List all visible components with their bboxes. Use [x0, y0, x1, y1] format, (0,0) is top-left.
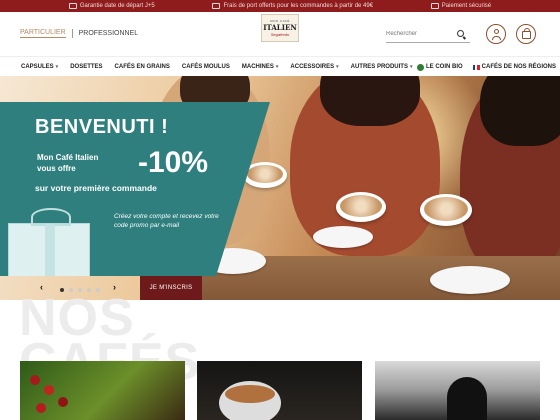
nav-item-cafes-en-grains[interactable]: CAFÉS EN GRAINS	[115, 64, 170, 70]
segment-particulier-link[interactable]: PARTICULIER	[20, 29, 66, 38]
promo-line1: Mon Café Italien	[37, 153, 99, 162]
coffee-cherry	[44, 385, 54, 395]
nav-label: CAFÉS DE NOS RÉGIONS	[481, 64, 556, 70]
chevron-down-icon: ▾	[55, 63, 59, 70]
nav-label: LE COIN BIO	[425, 64, 463, 70]
hero-banner[interactable]: BENVENUTI ! Mon Café Italien vous offre …	[0, 76, 560, 300]
product-card-coffee-cherries[interactable]	[20, 361, 185, 420]
saucer	[313, 226, 373, 248]
segment-professionnel-link[interactable]: PROFESSIONNEL	[79, 30, 139, 37]
nav-label: ACCESSOIRES	[290, 63, 335, 70]
nav-label: CAPSULES	[21, 63, 54, 70]
coffee-cherry	[30, 375, 40, 385]
gift-box-image	[8, 208, 90, 276]
site-header: PARTICULIER PROFESSIONNEL MON CAFÉ ITALI…	[0, 12, 560, 56]
promo-condition: sur votre première commande	[35, 183, 157, 193]
promo-cta-text: Créez votre compte et recevez votre code…	[114, 213, 219, 229]
nav-item-machines[interactable]: MACHINES ▾	[242, 64, 279, 70]
search-icon[interactable]	[457, 30, 464, 37]
nav-item-cafes-regions[interactable]: CAFÉS DE NOS RÉGIONS	[472, 64, 556, 70]
chevron-down-icon: ▾	[336, 63, 339, 70]
topbar-text: Paiement sécurisé	[441, 3, 492, 9]
promo-title: BENVENUTI !	[35, 116, 169, 138]
calendar-icon	[68, 3, 77, 9]
promo-discount: -10%	[138, 146, 209, 179]
nav-item-accessoires[interactable]: ACCESSOIRES ▾	[290, 64, 338, 70]
shopping-bag-icon	[521, 28, 531, 39]
product-card-coffee-machine[interactable]	[375, 361, 540, 420]
search-box	[386, 25, 470, 43]
espresso-crema	[225, 385, 275, 403]
french-flag-icon	[472, 64, 480, 70]
nav-label: CAFÉS EN GRAINS	[114, 63, 170, 70]
divider	[71, 29, 73, 38]
top-info-bar: Garantie date de départ J+5 Frais de por…	[0, 0, 560, 12]
cart-button[interactable]	[516, 24, 536, 44]
nav-item-cafes-moulus[interactable]: CAFÉS MOULUS	[182, 64, 230, 70]
coffee-cherry	[36, 403, 46, 413]
nav-label: AUTRES PRODUITS	[350, 63, 408, 70]
hero-photo-hair	[480, 76, 560, 146]
nav-item-dosettes[interactable]: DOSETTES	[70, 64, 102, 70]
topbar-text: Frais de port offerts pour les commandes…	[223, 3, 374, 9]
logo-line2: ITALIEN	[263, 23, 297, 32]
topbar-item-delivery-date: Garantie date de départ J+5	[68, 3, 155, 9]
main-nav: CAPSULES ▾ DOSETTES CAFÉS EN GRAINS CAFÉS…	[0, 56, 560, 76]
user-icon	[493, 29, 499, 34]
site-logo[interactable]: MON CAFÉ ITALIEN Segafredo	[261, 14, 299, 42]
promo-line2: vous offre	[37, 164, 76, 173]
nav-label: MACHINES	[241, 63, 274, 70]
truck-icon	[212, 3, 221, 9]
customer-type-switch: PARTICULIER PROFESSIONNEL	[20, 29, 138, 38]
nav-label: CAFÉS MOULUS	[181, 63, 230, 70]
lock-card-icon	[430, 3, 439, 9]
topbar-item-secure-payment: Paiement sécurisé	[430, 3, 492, 9]
product-card-espresso[interactable]	[197, 361, 362, 420]
search-input[interactable]	[386, 30, 452, 37]
nav-item-coin-bio[interactable]: LE COIN BIO	[416, 63, 463, 71]
nav-right-links: LE COIN BIO CAFÉS DE NOS RÉGIONS	[416, 57, 560, 77]
hero-photo-hair	[320, 76, 420, 126]
coffee-cup	[336, 192, 386, 222]
nav-label: DOSETTES	[70, 63, 103, 70]
promo-subtitle: Mon Café Italien vous offre	[37, 152, 98, 174]
logo-line3: Segafredo	[270, 32, 290, 37]
machine-portafilter	[447, 377, 487, 420]
gift-ribbon	[45, 224, 55, 276]
leaf-icon	[416, 63, 424, 71]
account-button[interactable]	[486, 24, 506, 44]
chevron-down-icon: ▾	[275, 63, 279, 70]
topbar-text: Garantie date de départ J+5	[79, 3, 155, 9]
chevron-down-icon: ▾	[409, 63, 413, 70]
nav-item-capsules[interactable]: CAPSULES ▾	[21, 64, 58, 70]
coffee-cup	[420, 194, 472, 226]
user-icon-body	[491, 36, 501, 40]
coffee-cherry	[58, 397, 68, 407]
topbar-item-free-shipping: Frais de port offerts pour les commandes…	[212, 3, 373, 9]
nav-item-autres-produits[interactable]: AUTRES PRODUITS ▾	[351, 64, 413, 70]
